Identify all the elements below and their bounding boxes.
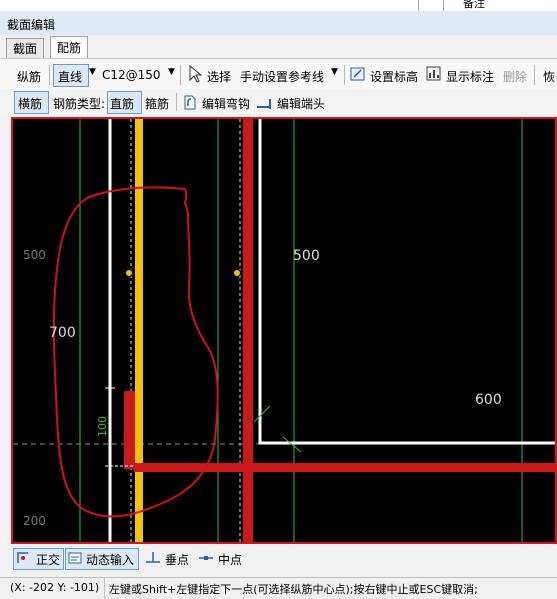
perpendicular-icon[interactable] <box>145 551 161 565</box>
dim-label-200: 200 <box>23 514 46 528</box>
chevron-down-icon[interactable]: ▼ <box>168 67 175 77</box>
stirrup-button[interactable]: 箍筋 <box>145 95 169 112</box>
strip-divider <box>418 0 419 11</box>
delete-button[interactable]: 删除 <box>503 68 527 85</box>
coordinate-panel: (X: -202 Y: -101) <box>0 578 105 599</box>
chevron-down-icon[interactable]: ▼ <box>89 67 96 77</box>
status-hint: 左键或Shift+左键指定下一点(可选择纵筋中心点);按右键中止或ESC键取消; <box>109 583 478 596</box>
manual-ref-line-button[interactable]: 手动设置参考线 <box>240 68 324 85</box>
cursor-coordinates: (X: -202 Y: -101) <box>10 581 100 594</box>
cad-canvas[interactable]: 500 700 500 600 200 100 <box>11 117 557 544</box>
separator <box>180 65 181 85</box>
red-rebar-horizontal <box>134 463 555 472</box>
edit-end-button[interactable]: 编辑端头 <box>277 95 325 112</box>
strip-divider <box>443 0 444 11</box>
tab-reinforcement[interactable]: 配筋 <box>50 36 89 59</box>
toolbar-main: 纵筋 直线 ▼ C12@150 ▼ 选择 手动设置参考线 ▼ 设置标高 显示标注… <box>0 58 557 90</box>
yellow-rebar <box>135 119 143 542</box>
straight-rebar-label: 直筋 <box>110 97 135 111</box>
dim-label-100: 100 <box>96 416 109 437</box>
edit-hook-button[interactable]: 编辑弯钩 <box>202 95 250 112</box>
edit-end-icon[interactable] <box>256 94 272 110</box>
select-button[interactable]: 选择 <box>207 68 231 85</box>
longitudinal-button[interactable]: 纵筋 <box>17 68 41 85</box>
dim-label-700: 700 <box>49 325 76 341</box>
midpoint-icon[interactable] <box>198 551 214 565</box>
separator <box>534 65 535 85</box>
separator <box>176 93 177 111</box>
rebar-spec-select[interactable]: C12@150 <box>102 68 161 82</box>
rebar-center-point[interactable] <box>233 269 241 277</box>
midpoint-button[interactable]: 中点 <box>218 551 242 568</box>
ortho-label: 正交 <box>36 553 61 567</box>
dim-label-500: 500 <box>293 248 320 264</box>
window-title: 截面编辑 <box>7 18 56 32</box>
set-elevation-icon[interactable] <box>350 66 366 82</box>
red-rebar-stub <box>124 391 135 469</box>
separator <box>49 65 50 85</box>
show-annotation-button[interactable]: 显示标注 <box>446 68 494 85</box>
cursor-arrow-icon[interactable] <box>188 65 202 83</box>
transverse-label: 横筋 <box>18 97 43 111</box>
dim-label-500-left: 500 <box>23 248 46 262</box>
dim-label-600: 600 <box>475 392 502 408</box>
perpendicular-button[interactable]: 垂点 <box>165 551 189 568</box>
line-mode-label: 直线 <box>58 70 83 84</box>
dynamic-input-label: 动态输入 <box>86 553 135 567</box>
status-bar: (X: -202 Y: -101) 左键或Shift+左键指定下一点(可选择纵筋… <box>0 577 557 599</box>
rebar-type-label: 钢筋类型: <box>53 97 106 111</box>
top-strip: 备注 <box>0 0 557 11</box>
restore-button[interactable]: 恢 <box>543 68 555 85</box>
cad-drawing[interactable]: 500 700 500 600 200 100 <box>13 119 557 544</box>
chevron-down-icon[interactable]: ▼ <box>331 67 338 77</box>
set-elevation-button[interactable]: 设置标高 <box>370 68 418 85</box>
separator <box>344 65 345 85</box>
rebar-center-point[interactable] <box>125 269 133 277</box>
snap-toolbar: 正交 动态输入 垂点 中点 <box>0 545 557 572</box>
window-title-bar: 截面编辑 <box>0 11 557 36</box>
tab-section[interactable]: 截面 <box>6 38 45 59</box>
tab-strip: 截面 配筋 <box>0 35 557 59</box>
dimension-tick <box>253 405 271 423</box>
show-annotation-icon[interactable] <box>426 66 442 82</box>
toolbar-rebar: 横筋 钢筋类型: 直筋 箍筋 编辑弯钩 编辑端头 <box>0 89 557 116</box>
edit-hook-icon[interactable] <box>182 93 198 111</box>
section-outline <box>258 119 555 445</box>
strip-text: 备注 <box>463 0 485 10</box>
ortho-icon <box>17 552 28 563</box>
dynamic-input-icon <box>68 552 82 564</box>
red-rebar-vertical <box>243 119 253 542</box>
